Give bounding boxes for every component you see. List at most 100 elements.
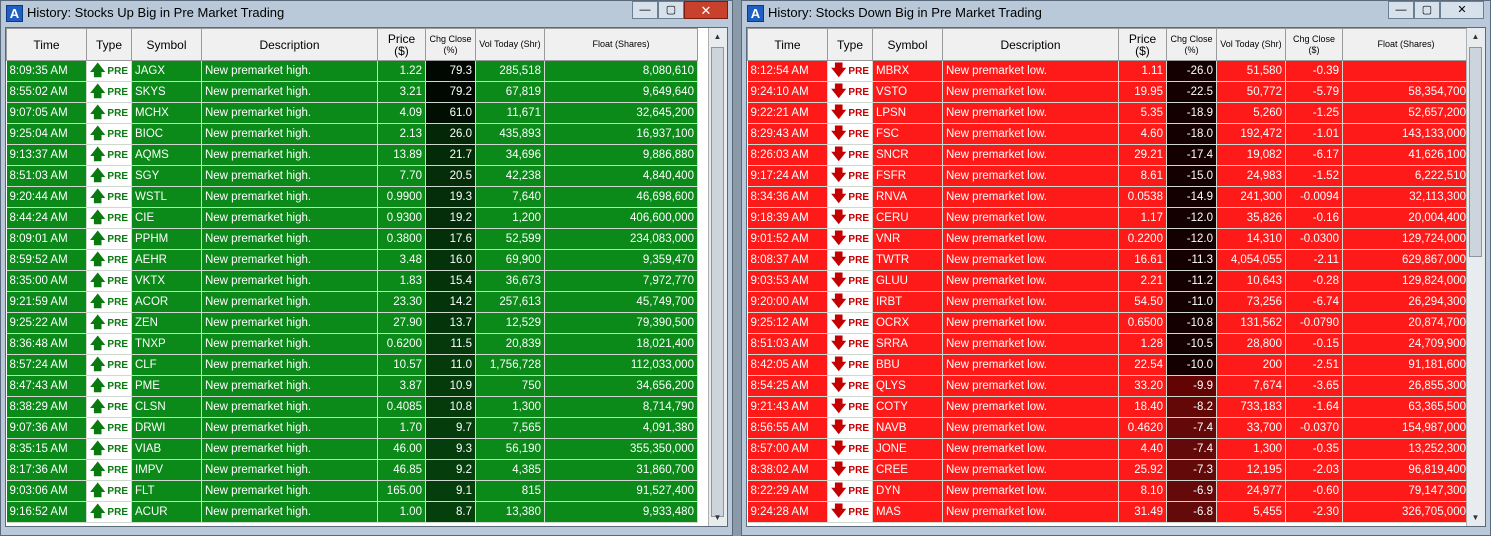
title-bar[interactable]: A History: Stocks Down Big in Pre Market… bbox=[742, 1, 1490, 25]
table-row[interactable]: 8:09:01 AM 🡅 PRE PPHM New premarket high. 0.3… bbox=[6, 228, 698, 250]
table-row[interactable]: 8:38:29 AM 🡅 PRE CLSN New premarket high. 0.4… bbox=[6, 396, 698, 418]
minimize-button[interactable]: — bbox=[632, 1, 658, 19]
table-row[interactable]: 8:26:03 AM 🡇 PRE SNCR New premarket low. 29.2… bbox=[747, 144, 1470, 166]
maximize-button[interactable]: ▢ bbox=[1414, 1, 1440, 19]
column-header[interactable]: Vol Today (Shr) bbox=[1215, 28, 1286, 61]
price-cell: 0.3800 bbox=[377, 228, 426, 250]
table-row[interactable]: 9:25:22 AM 🡅 PRE ZEN New premarket high. 27.9… bbox=[6, 312, 698, 334]
table-row[interactable]: 8:57:00 AM 🡇 PRE JONE New premarket low. 4.40… bbox=[747, 438, 1470, 460]
symbol-cell: GLUU bbox=[872, 270, 943, 292]
column-header[interactable]: Description bbox=[941, 28, 1119, 61]
chg-cell: 19.2 bbox=[425, 207, 476, 229]
vertical-scrollbar[interactable]: ▲ ▼ bbox=[1466, 28, 1485, 526]
type-cell: 🡇 PRE bbox=[827, 417, 873, 439]
scroll-thumb[interactable] bbox=[711, 47, 724, 517]
time-cell: 9:17:24 AM bbox=[747, 165, 828, 187]
premarket-up-badge: 🡅 PRE bbox=[90, 420, 128, 435]
column-header[interactable]: Time bbox=[747, 28, 828, 61]
float-cell: 234,083,000 bbox=[544, 228, 698, 250]
scroll-up-button[interactable]: ▲ bbox=[709, 28, 726, 45]
type-label: PRE bbox=[848, 86, 869, 98]
column-header[interactable]: Float (Shares) bbox=[1341, 28, 1470, 61]
column-header[interactable]: Chg Close (%) bbox=[424, 28, 476, 61]
column-header[interactable]: Chg Close ($) bbox=[1284, 28, 1343, 61]
column-header[interactable]: Price ($) bbox=[1117, 28, 1167, 61]
table-row[interactable]: 9:20:44 AM 🡅 PRE WSTL New premarket high. 0.9… bbox=[6, 186, 698, 208]
minimize-button[interactable]: — bbox=[1388, 1, 1414, 19]
title-bar[interactable]: A History: Stocks Up Big in Pre Market T… bbox=[1, 1, 732, 25]
table-row[interactable]: 9:20:00 AM 🡇 PRE IRBT New premarket low. 54.5… bbox=[747, 291, 1470, 313]
table-row[interactable]: 8:34:36 AM 🡇 PRE RNVA New premarket low. 0.05… bbox=[747, 186, 1470, 208]
table-row[interactable]: 9:13:37 AM 🡅 PRE AQMS New premarket high. 13.… bbox=[6, 144, 698, 166]
table-row[interactable]: 8:47:43 AM 🡅 PRE PME New premarket high. 3.87… bbox=[6, 375, 698, 397]
table-row[interactable]: 9:07:05 AM 🡅 PRE MCHX New premarket high. 4.0… bbox=[6, 102, 698, 124]
float-cell: 355,350,000 bbox=[544, 438, 698, 460]
table-row[interactable]: 9:22:21 AM 🡇 PRE LPSN New premarket low. 5.35… bbox=[747, 102, 1470, 124]
table-row[interactable]: 9:24:28 AM 🡇 PRE MAS New premarket low. 31.49… bbox=[747, 501, 1470, 523]
column-header[interactable]: Chg Close (%) bbox=[1165, 28, 1217, 61]
desc-cell: New premarket low. bbox=[942, 480, 1119, 502]
scroll-down-button[interactable]: ▼ bbox=[709, 509, 726, 526]
table-row[interactable]: 8:35:15 AM 🡅 PRE VIAB New premarket high. 46.… bbox=[6, 438, 698, 460]
table-row[interactable]: 9:21:59 AM 🡅 PRE ACOR New premarket high. 23.… bbox=[6, 291, 698, 313]
table-row[interactable]: 9:03:53 AM 🡇 PRE GLUU New premarket low. 2.21… bbox=[747, 270, 1470, 292]
type-label: PRE bbox=[107, 254, 128, 266]
table-row[interactable]: 8:12:54 AM 🡇 PRE MBRX New premarket low. 1.11… bbox=[747, 60, 1470, 82]
table-row[interactable]: 8:55:02 AM 🡅 PRE SKYS New premarket high. 3.2… bbox=[6, 81, 698, 103]
scroll-thumb[interactable] bbox=[1469, 47, 1482, 257]
price-cell: 29.21 bbox=[1118, 144, 1167, 166]
table-row[interactable]: 9:25:04 AM 🡅 PRE BIOC New premarket high. 2.1… bbox=[6, 123, 698, 145]
column-header[interactable]: Description bbox=[200, 28, 378, 61]
column-header[interactable]: Type bbox=[86, 28, 132, 61]
vertical-scrollbar[interactable]: ▲ ▼ bbox=[708, 28, 727, 526]
premarket-up-badge: 🡅 PRE bbox=[90, 378, 128, 393]
maximize-button[interactable]: ▢ bbox=[658, 1, 684, 19]
column-header[interactable]: Price ($) bbox=[376, 28, 426, 61]
close-button[interactable]: ✕ bbox=[1440, 1, 1484, 19]
table-row[interactable]: 8:54:25 AM 🡇 PRE QLYS New premarket low. 33.2… bbox=[747, 375, 1470, 397]
column-header[interactable]: Symbol bbox=[130, 28, 202, 61]
time-cell: 9:01:52 AM bbox=[747, 228, 828, 250]
vol-cell: 815 bbox=[475, 480, 545, 502]
table-row[interactable]: 9:16:52 AM 🡅 PRE ACUR New premarket high. 1.0… bbox=[6, 501, 698, 523]
table-row[interactable]: 9:01:52 AM 🡇 PRE VNR New premarket low. 0.220… bbox=[747, 228, 1470, 250]
close-button[interactable]: ✕ bbox=[684, 1, 728, 19]
column-header[interactable]: Float (Shares) bbox=[543, 28, 698, 61]
table-row[interactable]: 9:24:10 AM 🡇 PRE VSTO New premarket low. 19.9… bbox=[747, 81, 1470, 103]
column-header[interactable]: Vol Today (Shr) bbox=[474, 28, 545, 61]
table-row[interactable]: 8:38:02 AM 🡇 PRE CREE New premarket low. 25.9… bbox=[747, 459, 1470, 481]
table-row[interactable]: 8:17:36 AM 🡅 PRE IMPV New premarket high. 46.… bbox=[6, 459, 698, 481]
price-cell: 2.13 bbox=[377, 123, 426, 145]
type-cell: 🡅 PRE bbox=[86, 480, 132, 502]
table-row[interactable]: 8:08:37 AM 🡇 PRE TWTR New premarket low. 16.6… bbox=[747, 249, 1470, 271]
table-row[interactable]: 9:07:36 AM 🡅 PRE DRWI New premarket high. 1.7… bbox=[6, 417, 698, 439]
price-cell: 8.61 bbox=[1118, 165, 1167, 187]
table-row[interactable]: 8:09:35 AM 🡅 PRE JAGX New premarket high. 1.2… bbox=[6, 60, 698, 82]
scroll-up-button[interactable]: ▲ bbox=[1467, 28, 1484, 45]
table-row[interactable]: 9:25:12 AM 🡇 PRE OCRX New premarket low. 0.65… bbox=[747, 312, 1470, 334]
table-row[interactable]: 9:21:43 AM 🡇 PRE COTY New premarket low. 18.4… bbox=[747, 396, 1470, 418]
column-header[interactable]: Time bbox=[6, 28, 87, 61]
table-row[interactable]: 8:51:03 AM 🡇 PRE SRRA New premarket low. 1.28… bbox=[747, 333, 1470, 355]
table-row[interactable]: 9:17:24 AM 🡇 PRE FSFR New premarket low. 8.61… bbox=[747, 165, 1470, 187]
table-row[interactable]: 8:56:55 AM 🡇 PRE NAVB New premarket low. 0.46… bbox=[747, 417, 1470, 439]
table-row[interactable]: 8:42:05 AM 🡇 PRE BBU New premarket low. 22.54… bbox=[747, 354, 1470, 376]
table-row[interactable]: 8:59:52 AM 🡅 PRE AEHR New premarket high. 3.4… bbox=[6, 249, 698, 271]
column-header[interactable]: Symbol bbox=[871, 28, 943, 61]
table-row[interactable]: 9:03:06 AM 🡅 PRE FLT New premarket high. 165.… bbox=[6, 480, 698, 502]
table-row[interactable]: 9:18:39 AM 🡇 PRE CERU New premarket low. 1.17… bbox=[747, 207, 1470, 229]
table-row[interactable]: 8:22:29 AM 🡇 PRE DYN New premarket low. 8.10-… bbox=[747, 480, 1470, 502]
table-row[interactable]: 8:57:24 AM 🡅 PRE CLF New premarket high. 10.5… bbox=[6, 354, 698, 376]
arrow-down-icon: 🡇 bbox=[831, 125, 847, 142]
scroll-down-button[interactable]: ▼ bbox=[1467, 509, 1484, 526]
symbol-cell: CLSN bbox=[131, 396, 202, 418]
premarket-up-badge: 🡅 PRE bbox=[90, 84, 128, 99]
table-row[interactable]: 8:44:24 AM 🡅 PRE CIE New premarket high. 0.93… bbox=[6, 207, 698, 229]
table-row[interactable]: 8:36:48 AM 🡅 PRE TNXP New premarket high. 0.6… bbox=[6, 333, 698, 355]
column-header[interactable]: Type bbox=[827, 28, 873, 61]
table-row[interactable]: 8:29:43 AM 🡇 PRE FSC New premarket low. 4.60-… bbox=[747, 123, 1470, 145]
table-row[interactable]: 8:51:03 AM 🡅 PRE SGY New premarket high. 7.70… bbox=[6, 165, 698, 187]
premarket-down-badge: 🡇 PRE bbox=[831, 189, 869, 204]
premarket-up-badge: 🡅 PRE bbox=[90, 315, 128, 330]
table-row[interactable]: 8:35:00 AM 🡅 PRE VKTX New premarket high. 1.8… bbox=[6, 270, 698, 292]
